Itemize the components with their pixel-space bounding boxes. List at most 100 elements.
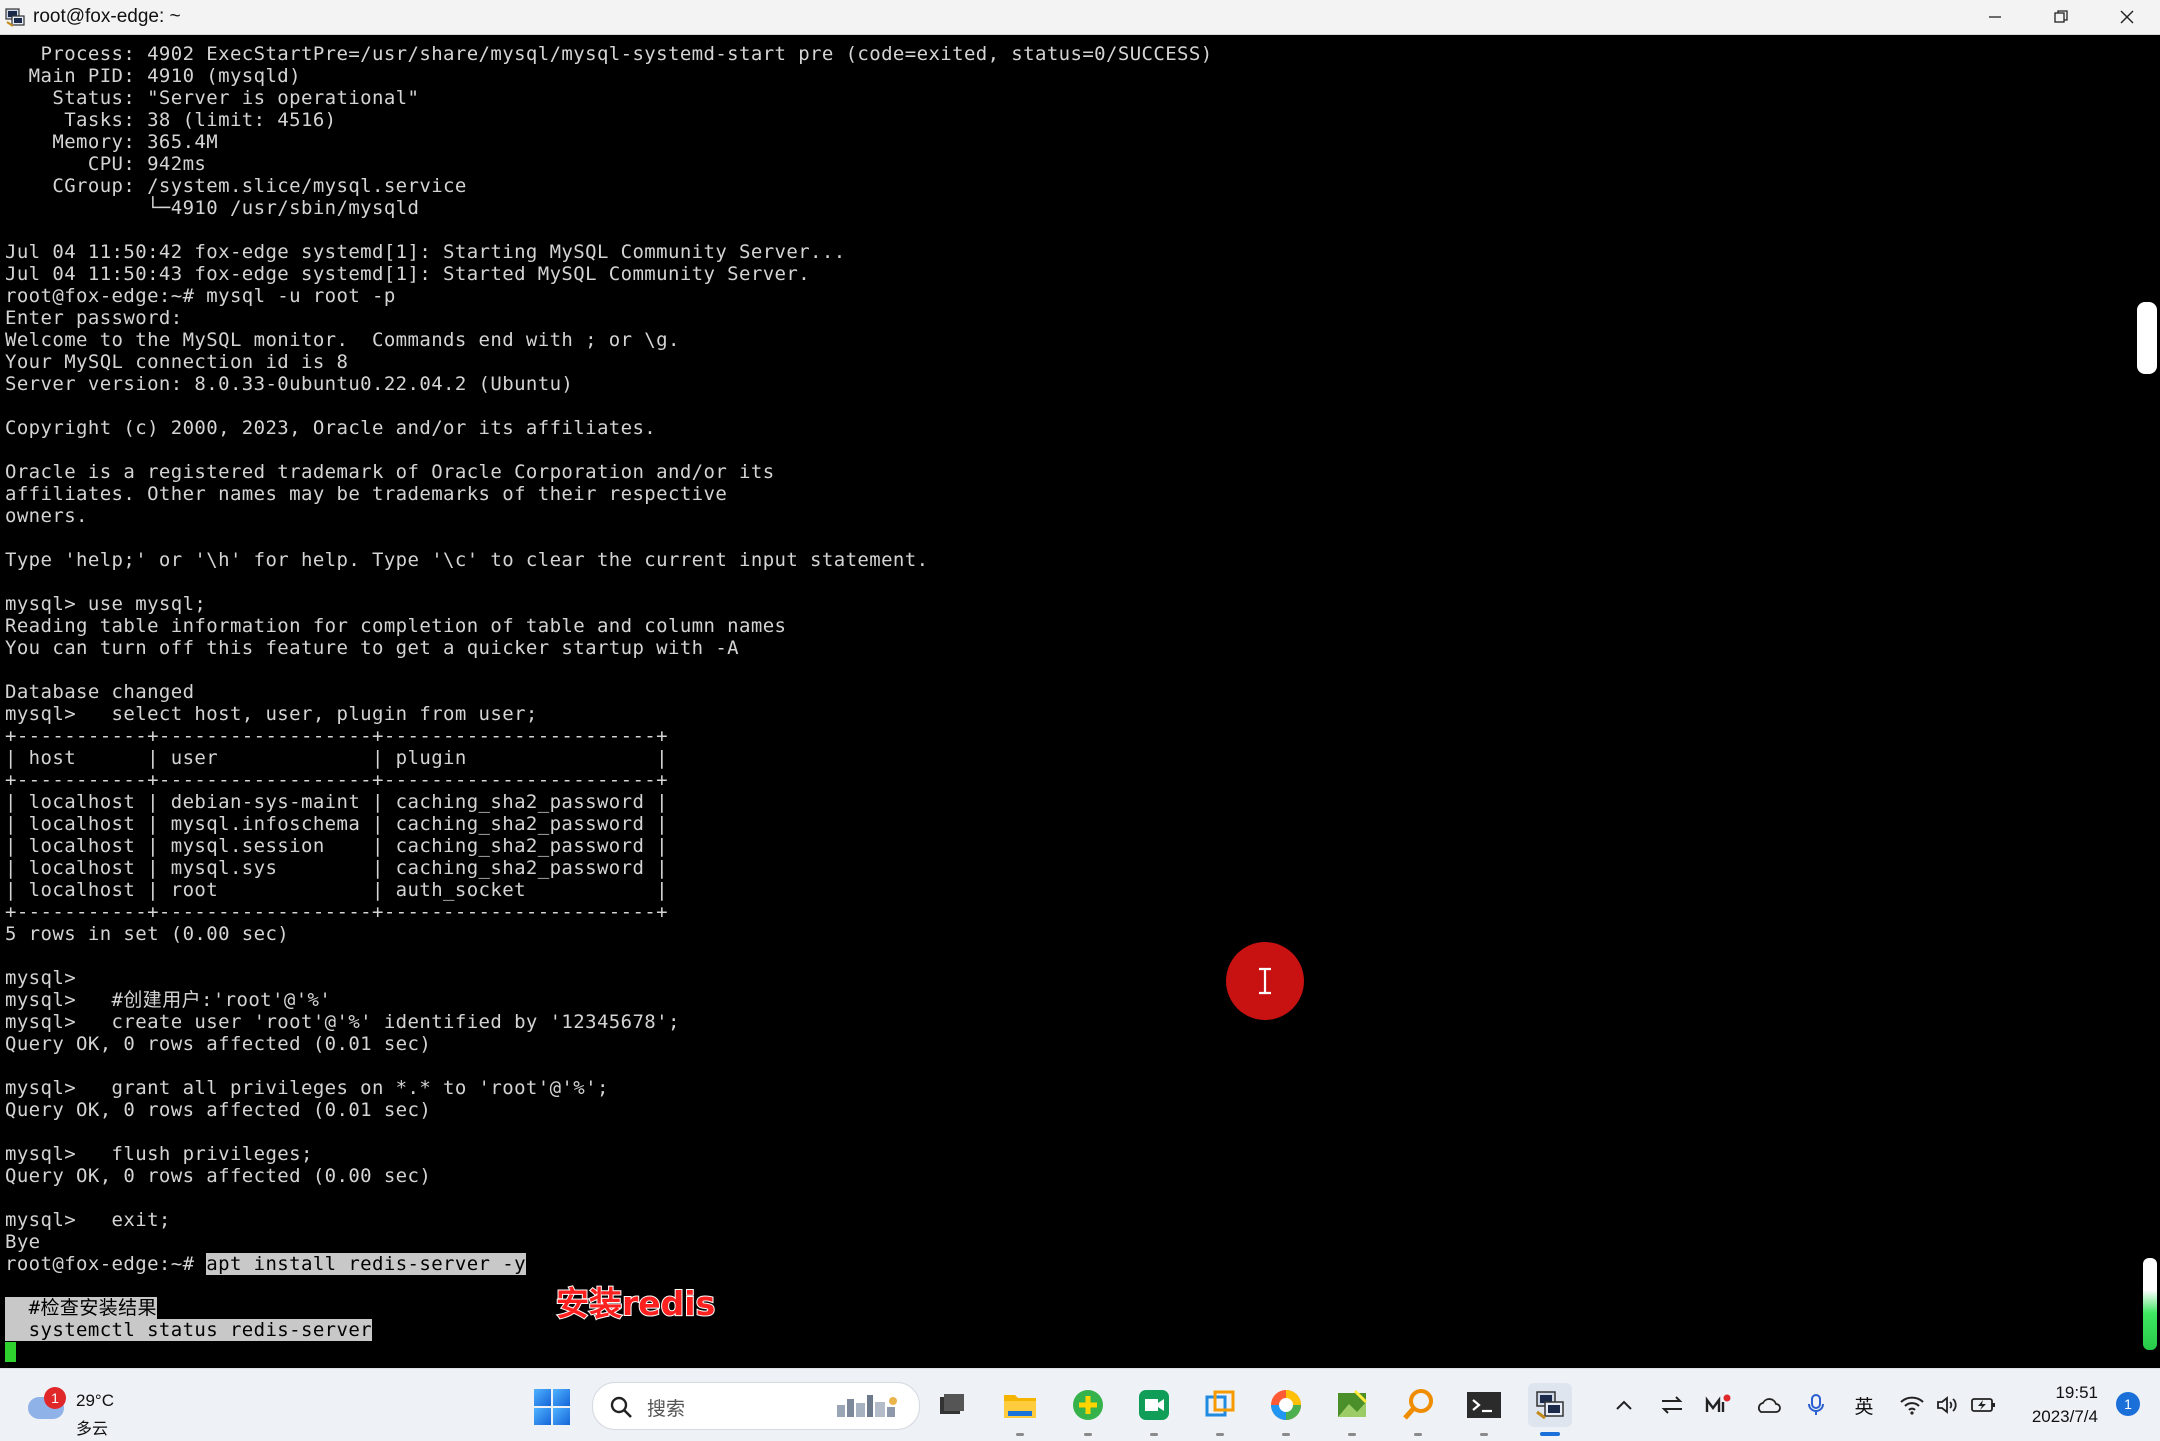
volume-icon <box>1937 1396 1957 1414</box>
pasted-command: systemctl status redis-server <box>5 1319 373 1341</box>
wifi-icon <box>1900 1396 1924 1415</box>
show-hidden-icons-button[interactable] <box>1610 1391 1638 1419</box>
terminal-line: Server version: 8.0.33-0ubuntu0.22.04.2 … <box>5 373 574 395</box>
taskbar-app-meeting[interactable] <box>1132 1383 1176 1436</box>
terminal-icon <box>1467 1392 1501 1418</box>
terminal-line: +-----------+------------------+--------… <box>5 901 668 923</box>
terminal-line: Status: "Server is operational" <box>5 87 420 109</box>
terminal-line: Main PID: 4910 (mysqld) <box>5 65 301 87</box>
shell-prompt: root@fox-edge:~# <box>5 1253 207 1275</box>
terminal-line: Query OK, 0 rows affected (0.01 sec) <box>5 1099 432 1121</box>
terminal-line: Bye <box>5 1231 41 1253</box>
image-editor-icon <box>1338 1389 1368 1417</box>
taskbar-search[interactable]: 搜索 <box>592 1382 920 1430</box>
clock-time: 19:51 <box>2055 1383 2098 1402</box>
terminal-line: Jul 04 11:50:42 fox-edge systemd[1]: Sta… <box>5 241 846 263</box>
running-indicator <box>1282 1433 1290 1436</box>
terminal-line: | localhost | mysql.sys | caching_sha2_p… <box>5 857 668 879</box>
tray-sync-icon-button[interactable] <box>1658 1391 1686 1419</box>
taskbar-app-task-view[interactable] <box>930 1383 974 1427</box>
weather-widget[interactable]: 1 29°C 多云 <box>24 1379 164 1438</box>
terminal-line: mysql> grant all privileges on *.* to 'r… <box>5 1077 609 1099</box>
terminal-line: Jul 04 11:50:43 fox-edge systemd[1]: Sta… <box>5 263 811 285</box>
terminal-output: Process: 4902 ExecStartPre=/usr/share/my… <box>5 43 1213 1363</box>
terminal-line: Process: 4902 ExecStartPre=/usr/share/my… <box>5 43 1213 65</box>
task-view-icon <box>940 1394 964 1414</box>
minimize-icon <box>1989 16 2001 18</box>
tray-mail-button[interactable] <box>1704 1391 1732 1419</box>
terminal-line: | localhost | mysql.session | caching_sh… <box>5 835 668 857</box>
windows-logo-tile <box>553 1408 570 1425</box>
chevron-up-icon <box>1616 1400 1632 1410</box>
tray-wifi-button[interactable] <box>1898 1391 1926 1419</box>
input-method-indicator[interactable]: 英 <box>1850 1391 1878 1419</box>
weather-temp: 29°C <box>76 1391 114 1410</box>
taskbar: 1 29°C 多云 搜索 英 19:51 2023/7/4 1 <box>0 1368 2160 1441</box>
taskbar-app-search-tool[interactable] <box>1396 1383 1440 1436</box>
terminal-line: CPU: 942ms <box>5 153 207 175</box>
title-bar: root@fox-edge: ~ <box>0 0 2160 35</box>
windows-logo-tile <box>534 1408 551 1425</box>
running-indicator <box>1480 1433 1488 1436</box>
battery-charging-icon <box>1971 1398 1995 1412</box>
notification-badge[interactable]: 1 <box>2116 1392 2140 1416</box>
close-icon <box>2120 10 2134 24</box>
putty-app-icon <box>4 6 26 28</box>
taskbar-app-browser[interactable] <box>1264 1383 1308 1436</box>
terminal-line: +-----------+------------------+--------… <box>5 725 668 747</box>
terminal-history: Process: 4902 ExecStartPre=/usr/share/my… <box>5 43 1213 1253</box>
close-button[interactable] <box>2094 0 2160 34</box>
scrollbar-thumb[interactable] <box>2137 302 2157 374</box>
terminal-line: Type 'help;' or '\h' for help. Type '\c'… <box>5 549 929 571</box>
tray-volume-button[interactable] <box>1934 1391 1962 1419</box>
folder-icon <box>1004 1395 1036 1418</box>
terminal-line: Query OK, 0 rows affected (0.01 sec) <box>5 1033 432 1055</box>
terminal-line: | host | user | plugin | <box>5 747 668 769</box>
running-indicator <box>1414 1433 1422 1436</box>
terminal-line: affiliates. Other names may be trademark… <box>5 483 728 505</box>
video-subtitle: 安装redis <box>555 1283 716 1324</box>
clock-date: 2023/7/4 <box>2031 1407 2098 1426</box>
terminal-line: └─4910 /usr/sbin/mysqld <box>5 197 420 219</box>
terminal-line: CGroup: /system.slice/mysql.service <box>5 175 467 197</box>
putty-taskbar-icon <box>1536 1391 1564 1420</box>
tray-battery-button[interactable] <box>1970 1391 1998 1419</box>
scrollbar-position-indicator <box>2143 1258 2157 1350</box>
terminal-line: mysql> use mysql; <box>5 593 207 615</box>
running-indicator <box>1084 1433 1092 1436</box>
terminal-line: You can turn off this feature to get a q… <box>5 637 740 659</box>
typed-command: apt install redis-server -y <box>206 1253 526 1275</box>
terminal-line: Memory: 365.4M <box>5 131 219 153</box>
taskbar-app-file-explorer[interactable] <box>998 1383 1042 1436</box>
running-indicator <box>1348 1433 1356 1436</box>
minimize-button[interactable] <box>1962 0 2028 34</box>
terminal-line: Tasks: 38 (limit: 4516) <box>5 109 337 131</box>
weather-condition: 多云 <box>76 1419 109 1438</box>
restore-icon <box>2054 10 2068 23</box>
taskbar-app-terminal[interactable] <box>1462 1383 1506 1436</box>
taskbar-app-image-editor[interactable] <box>1330 1383 1374 1436</box>
terminal-line: | localhost | debian-sys-maint | caching… <box>5 791 668 813</box>
terminal-line: | localhost | mysql.infoschema | caching… <box>5 813 668 835</box>
copy-app-icon <box>1205 1390 1235 1417</box>
terminal-view[interactable]: Process: 4902 ExecStartPre=/usr/share/my… <box>0 35 2135 1368</box>
tray-microphone-button[interactable] <box>1802 1391 1830 1419</box>
terminal-line: | localhost | root | auth_socket | <box>5 879 668 901</box>
terminal-line: +-----------+------------------+--------… <box>5 769 668 791</box>
system-clock[interactable]: 19:51 2023/7/4 <box>2032 1381 2098 1429</box>
microphone-icon <box>1808 1394 1824 1415</box>
start-button[interactable] <box>534 1389 570 1425</box>
running-indicator <box>1016 1433 1024 1436</box>
terminal-scrollbar[interactable] <box>2135 35 2160 1368</box>
taskbar-app-plus[interactable] <box>1066 1383 1110 1436</box>
tray-onedrive-button[interactable] <box>1754 1391 1782 1419</box>
window-title: root@fox-edge: ~ <box>33 6 181 27</box>
mail-badge-icon <box>1705 1394 1731 1412</box>
taskbar-app-remote-session[interactable] <box>1528 1383 1572 1436</box>
restore-button[interactable] <box>2028 0 2094 34</box>
plus-app-icon <box>1073 1390 1103 1420</box>
active-indicator <box>1540 1432 1560 1436</box>
cloud-icon <box>1758 1398 1781 1413</box>
running-indicator <box>1216 1433 1224 1436</box>
taskbar-app-copy[interactable] <box>1198 1383 1242 1436</box>
